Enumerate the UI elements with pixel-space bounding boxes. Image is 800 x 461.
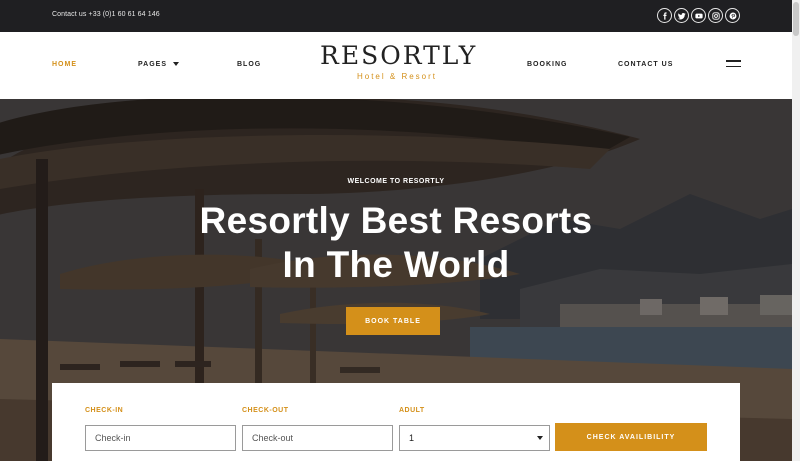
checkin-input[interactable]: Check-in <box>85 425 236 451</box>
checkout-input[interactable]: Check-out <box>242 425 393 451</box>
facebook-icon[interactable] <box>657 8 672 23</box>
nav-pages[interactable]: PAGES <box>138 61 179 68</box>
contact-text: Contact us +33 (0)1 60 61 64 146 <box>52 11 160 18</box>
nav-blog[interactable]: BLOG <box>237 61 261 68</box>
adult-label: ADULT <box>399 407 425 414</box>
adult-select[interactable]: 1 <box>399 425 550 451</box>
nav-pages-label: PAGES <box>138 61 167 68</box>
logo-subtitle: Hotel & Resort <box>356 72 438 81</box>
nav-home[interactable]: HOME <box>52 61 77 68</box>
menu-icon[interactable] <box>726 60 741 67</box>
hero-headline-line2: In The World <box>282 244 510 285</box>
nav-contact[interactable]: CONTACT US <box>618 61 673 68</box>
check-availability-button[interactable]: CHECK AVAILIBILITY <box>555 423 707 451</box>
logo-title: RESORTLY <box>320 41 478 70</box>
adult-value: 1 <box>409 433 415 443</box>
instagram-icon[interactable] <box>708 8 723 23</box>
nav-booking[interactable]: BOOKING <box>527 61 567 68</box>
booking-form: CHECK-IN Check-in CHECK-OUT Check-out AD… <box>52 383 740 461</box>
chevron-down-icon <box>537 436 543 440</box>
twitter-icon[interactable] <box>674 8 689 23</box>
hero-eyebrow: WELCOME TO RESORTLY <box>347 178 445 185</box>
page-scrollbar[interactable] <box>792 0 800 461</box>
youtube-icon[interactable] <box>691 8 706 23</box>
hero-headline-line1: Resortly Best Resorts <box>199 200 593 241</box>
scrollbar-thumb[interactable] <box>793 2 799 36</box>
checkin-label: CHECK-IN <box>85 407 124 414</box>
site-logo[interactable]: RESORTLY Hotel & Resort <box>320 41 478 81</box>
checkin-placeholder: Check-in <box>95 433 131 443</box>
pinterest-icon[interactable] <box>725 8 740 23</box>
checkout-label: CHECK-OUT <box>242 407 289 414</box>
checkout-placeholder: Check-out <box>252 433 294 443</box>
main-header: HOME PAGES BLOG RESORTLY Hotel & Resort … <box>0 32 792 99</box>
chevron-down-icon <box>173 62 179 67</box>
hero-headline: Resortly Best Resorts In The World <box>146 199 646 287</box>
top-bar: Contact us +33 (0)1 60 61 64 146 <box>0 0 792 32</box>
book-table-button[interactable]: BOOK TABLE <box>346 307 440 335</box>
